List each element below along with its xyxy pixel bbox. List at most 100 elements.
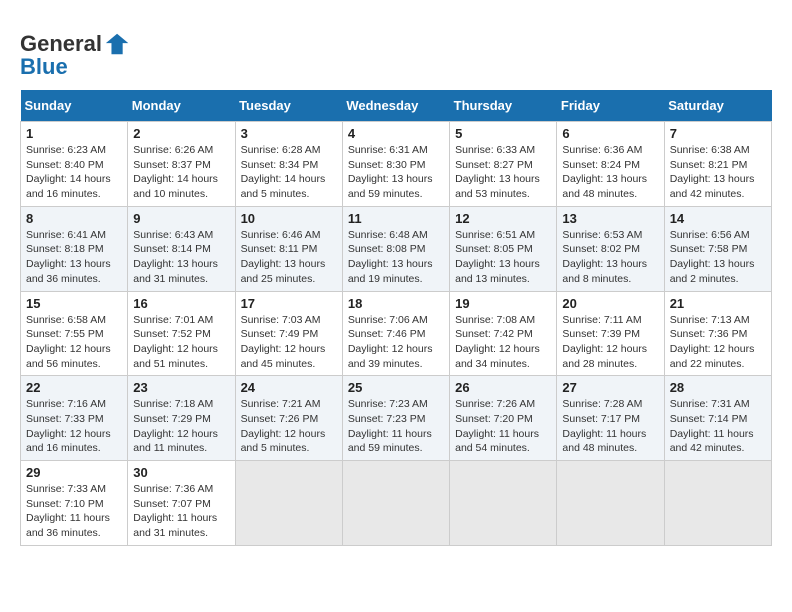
weekday-header-monday: Monday (128, 90, 235, 122)
day-number: 29 (26, 465, 122, 480)
day-info: Sunrise: 7:11 AMSunset: 7:39 PMDaylight:… (562, 313, 658, 372)
day-info: Sunrise: 7:18 AMSunset: 7:29 PMDaylight:… (133, 397, 229, 456)
calendar-cell: 14 Sunrise: 6:56 AMSunset: 7:58 PMDayligh… (664, 206, 771, 291)
day-info: Sunrise: 7:13 AMSunset: 7:36 PMDaylight:… (670, 313, 766, 372)
weekday-header-tuesday: Tuesday (235, 90, 342, 122)
day-number: 13 (562, 211, 658, 226)
calendar-cell: 25 Sunrise: 7:23 AMSunset: 7:23 PMDayligh… (342, 376, 449, 461)
calendar-cell: 27Sunrise: 7:28 AMSunset: 7:17 PMDayligh… (557, 376, 664, 461)
calendar-cell: 4 Sunrise: 6:31 AMSunset: 8:30 PMDaylight… (342, 122, 449, 207)
calendar-cell: 9 Sunrise: 6:43 AMSunset: 8:14 PMDaylight… (128, 206, 235, 291)
day-info: Sunrise: 6:48 AMSunset: 8:08 PMDaylight:… (348, 228, 444, 287)
day-number: 12 (455, 211, 551, 226)
calendar-cell: 13 Sunrise: 6:53 AMSunset: 8:02 PMDayligh… (557, 206, 664, 291)
day-number: 25 (348, 380, 444, 395)
logo-text: General (20, 32, 102, 56)
day-number: 10 (241, 211, 337, 226)
day-number: 1 (26, 126, 122, 141)
day-info: Sunrise: 7:16 AMSunset: 7:33 PMDaylight:… (26, 397, 122, 456)
day-info: Sunrise: 6:56 AMSunset: 7:58 PMDaylight:… (670, 228, 766, 287)
day-number: 21 (670, 296, 766, 311)
day-number: 9 (133, 211, 229, 226)
day-info: Sunrise: 6:46 AMSunset: 8:11 PMDaylight:… (241, 228, 337, 287)
page-header: General Blue (20, 20, 772, 80)
day-info: Sunrise: 7:33 AMSunset: 7:10 PMDaylight:… (26, 482, 122, 541)
day-number: 23 (133, 380, 229, 395)
calendar-cell (557, 461, 664, 546)
day-info: Sunrise: 6:36 AMSunset: 8:24 PMDaylight:… (562, 143, 658, 202)
day-number: 17 (241, 296, 337, 311)
day-info: Sunrise: 6:23 AMSunset: 8:40 PMDaylight:… (26, 143, 122, 202)
day-info: Sunrise: 6:41 AMSunset: 8:18 PMDaylight:… (26, 228, 122, 287)
day-number: 4 (348, 126, 444, 141)
calendar-cell: 29 Sunrise: 7:33 AMSunset: 7:10 PMDayligh… (21, 461, 128, 546)
logo-icon (104, 30, 132, 58)
calendar-cell: 21 Sunrise: 7:13 AMSunset: 7:36 PMDayligh… (664, 291, 771, 376)
day-info: Sunrise: 6:38 AMSunset: 8:21 PMDaylight:… (670, 143, 766, 202)
calendar-cell: 5Sunrise: 6:33 AMSunset: 8:27 PMDaylight… (450, 122, 557, 207)
calendar-week-row: 1 Sunrise: 6:23 AMSunset: 8:40 PMDaylight… (21, 122, 772, 207)
calendar-cell: 3 Sunrise: 6:28 AMSunset: 8:34 PMDaylight… (235, 122, 342, 207)
day-info: Sunrise: 7:01 AMSunset: 7:52 PMDaylight:… (133, 313, 229, 372)
day-number: 28 (670, 380, 766, 395)
day-info: Sunrise: 6:28 AMSunset: 8:34 PMDaylight:… (241, 143, 337, 202)
calendar-cell: 20 Sunrise: 7:11 AMSunset: 7:39 PMDayligh… (557, 291, 664, 376)
calendar-cell: 19 Sunrise: 7:08 AMSunset: 7:42 PMDayligh… (450, 291, 557, 376)
day-info: Sunrise: 7:31 AMSunset: 7:14 PMDaylight:… (670, 397, 766, 456)
calendar-cell: 15 Sunrise: 6:58 AMSunset: 7:55 PMDayligh… (21, 291, 128, 376)
day-info: Sunrise: 7:21 AMSunset: 7:26 PMDaylight:… (241, 397, 337, 456)
day-info: Sunrise: 7:36 AMSunset: 7:07 PMDaylight:… (133, 482, 229, 541)
day-info: Sunrise: 7:06 AMSunset: 7:46 PMDaylight:… (348, 313, 444, 372)
weekday-header-saturday: Saturday (664, 90, 771, 122)
calendar-cell (450, 461, 557, 546)
weekday-header-row: SundayMondayTuesdayWednesdayThursdayFrid… (21, 90, 772, 122)
calendar-cell (342, 461, 449, 546)
day-info: Sunrise: 6:58 AMSunset: 7:55 PMDaylight:… (26, 313, 122, 372)
weekday-header-sunday: Sunday (21, 90, 128, 122)
day-number: 6 (562, 126, 658, 141)
calendar-cell: 2Sunrise: 6:26 AMSunset: 8:37 PMDaylight… (128, 122, 235, 207)
day-number: 24 (241, 380, 337, 395)
calendar-cell: 30 Sunrise: 7:36 AMSunset: 7:07 PMDayligh… (128, 461, 235, 546)
day-info: Sunrise: 6:43 AMSunset: 8:14 PMDaylight:… (133, 228, 229, 287)
calendar-cell: 16 Sunrise: 7:01 AMSunset: 7:52 PMDayligh… (128, 291, 235, 376)
calendar-cell: 18 Sunrise: 7:06 AMSunset: 7:46 PMDayligh… (342, 291, 449, 376)
day-number: 5 (455, 126, 551, 141)
day-info: Sunrise: 7:08 AMSunset: 7:42 PMDaylight:… (455, 313, 551, 372)
day-number: 7 (670, 126, 766, 141)
day-info: Sunrise: 7:26 AMSunset: 7:20 PMDaylight:… (455, 397, 551, 456)
calendar-week-row: 8 Sunrise: 6:41 AMSunset: 8:18 PMDaylight… (21, 206, 772, 291)
calendar-table: SundayMondayTuesdayWednesdayThursdayFrid… (20, 90, 772, 546)
day-number: 20 (562, 296, 658, 311)
day-info: Sunrise: 7:23 AMSunset: 7:23 PMDaylight:… (348, 397, 444, 456)
calendar-cell: 11Sunrise: 6:48 AMSunset: 8:08 PMDayligh… (342, 206, 449, 291)
day-number: 8 (26, 211, 122, 226)
calendar-cell: 1 Sunrise: 6:23 AMSunset: 8:40 PMDaylight… (21, 122, 128, 207)
calendar-cell: 12 Sunrise: 6:51 AMSunset: 8:05 PMDayligh… (450, 206, 557, 291)
day-number: 16 (133, 296, 229, 311)
day-number: 30 (133, 465, 229, 480)
day-number: 19 (455, 296, 551, 311)
weekday-header-wednesday: Wednesday (342, 90, 449, 122)
day-info: Sunrise: 6:31 AMSunset: 8:30 PMDaylight:… (348, 143, 444, 202)
day-info: Sunrise: 6:53 AMSunset: 8:02 PMDaylight:… (562, 228, 658, 287)
weekday-header-thursday: Thursday (450, 90, 557, 122)
calendar-cell: 24 Sunrise: 7:21 AMSunset: 7:26 PMDayligh… (235, 376, 342, 461)
calendar-week-row: 22 Sunrise: 7:16 AMSunset: 7:33 PMDayligh… (21, 376, 772, 461)
calendar-cell: 28 Sunrise: 7:31 AMSunset: 7:14 PMDayligh… (664, 376, 771, 461)
calendar-cell: 26 Sunrise: 7:26 AMSunset: 7:20 PMDayligh… (450, 376, 557, 461)
day-info: Sunrise: 7:03 AMSunset: 7:49 PMDaylight:… (241, 313, 337, 372)
calendar-cell: 17 Sunrise: 7:03 AMSunset: 7:49 PMDayligh… (235, 291, 342, 376)
calendar-cell (235, 461, 342, 546)
day-number: 3 (241, 126, 337, 141)
day-info: Sunrise: 6:51 AMSunset: 8:05 PMDaylight:… (455, 228, 551, 287)
day-number: 15 (26, 296, 122, 311)
day-number: 27 (562, 380, 658, 395)
weekday-header-friday: Friday (557, 90, 664, 122)
day-number: 26 (455, 380, 551, 395)
calendar-cell: 23 Sunrise: 7:18 AMSunset: 7:29 PMDayligh… (128, 376, 235, 461)
day-number: 22 (26, 380, 122, 395)
day-number: 14 (670, 211, 766, 226)
day-number: 18 (348, 296, 444, 311)
calendar-cell: 22 Sunrise: 7:16 AMSunset: 7:33 PMDayligh… (21, 376, 128, 461)
